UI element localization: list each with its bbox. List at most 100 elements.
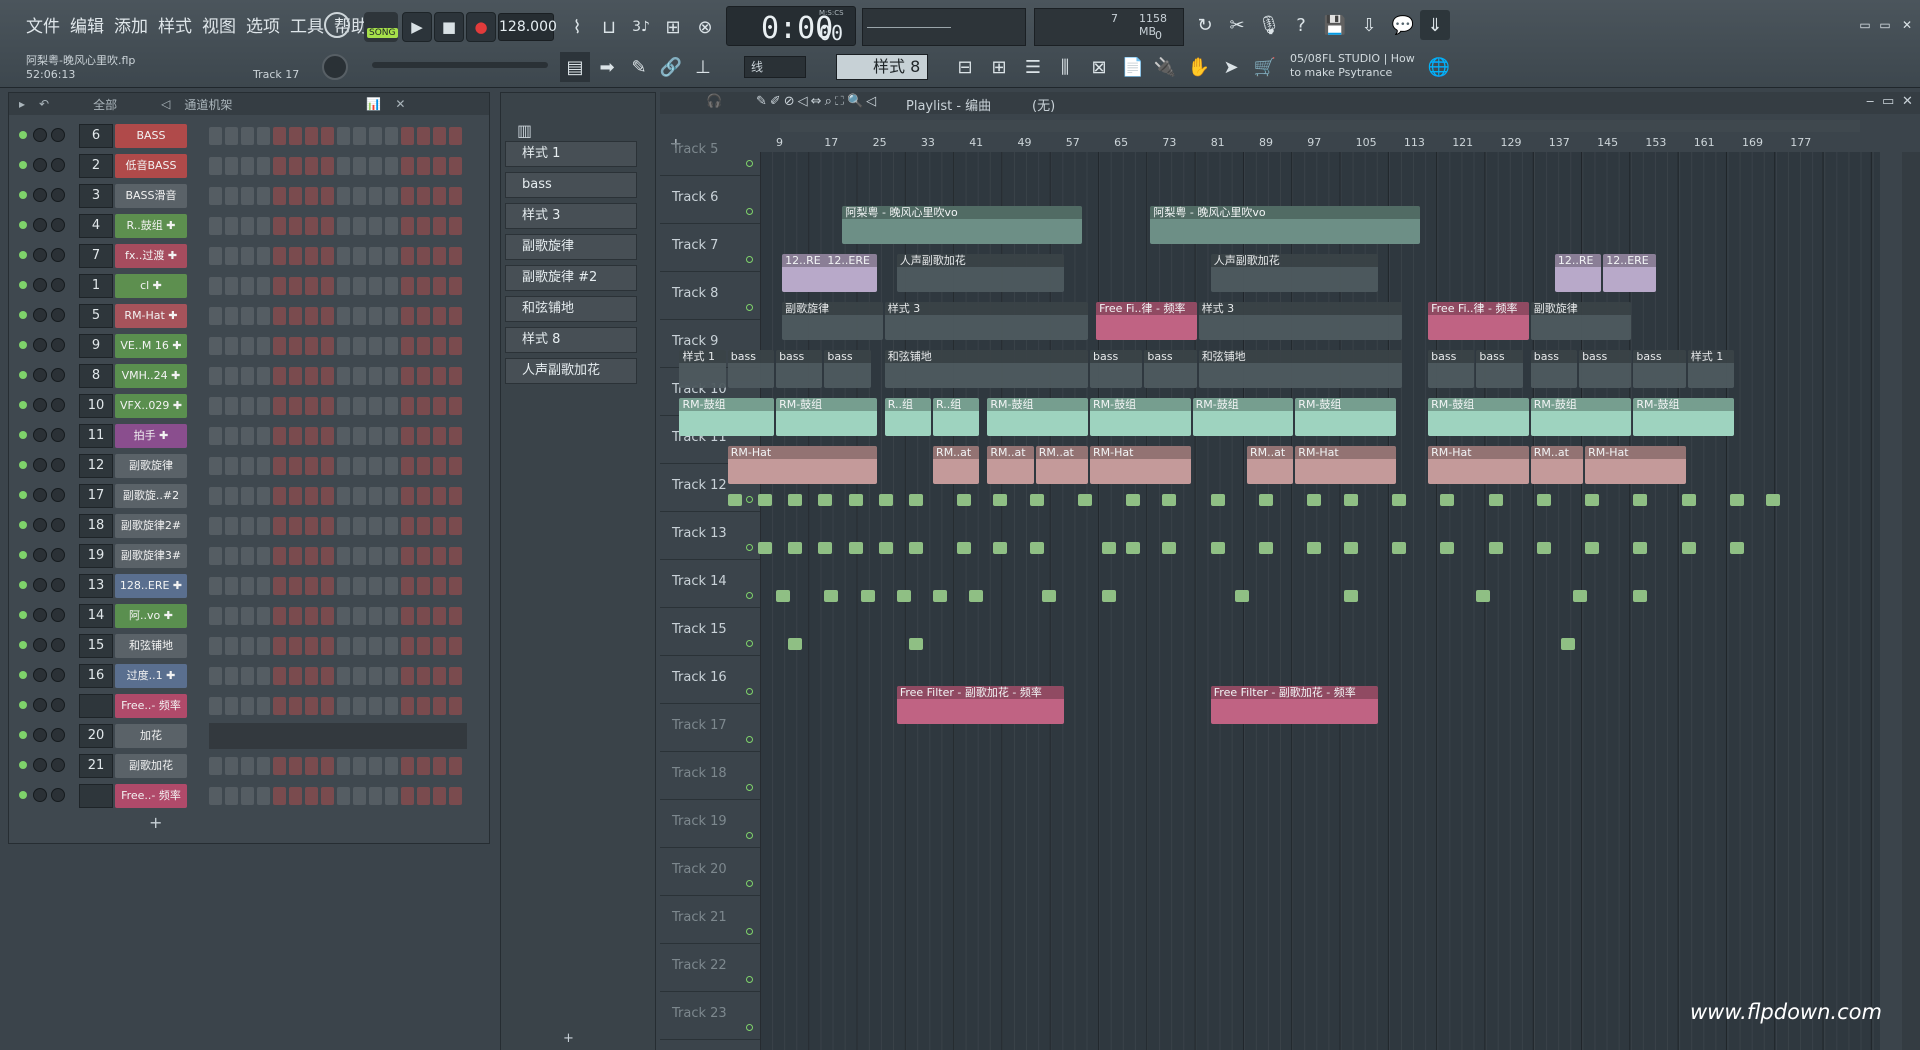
step-button[interactable] bbox=[273, 307, 286, 325]
step-button[interactable] bbox=[241, 247, 254, 265]
master-volume-knob[interactable] bbox=[322, 54, 348, 80]
step-button[interactable] bbox=[369, 487, 382, 505]
playlist-clip[interactable]: RM-Hat bbox=[1090, 446, 1191, 484]
playlist-tools-icon[interactable]: ✎✐⊘◁⇔⌕⛶🔍◁ bbox=[756, 94, 879, 109]
step-button[interactable] bbox=[401, 547, 414, 565]
channel-volume-knob[interactable] bbox=[51, 638, 65, 652]
channel-volume-knob[interactable] bbox=[51, 368, 65, 382]
step-button[interactable] bbox=[209, 277, 222, 295]
step-button[interactable] bbox=[401, 607, 414, 625]
step-button[interactable] bbox=[337, 757, 350, 775]
step-button[interactable] bbox=[305, 397, 318, 415]
menu-file[interactable]: 文件 bbox=[26, 12, 60, 37]
playlist-clip[interactable]: R..组 bbox=[884, 398, 932, 436]
step-button[interactable] bbox=[401, 427, 414, 445]
channel-volume-knob[interactable] bbox=[51, 188, 65, 202]
step-button[interactable] bbox=[225, 187, 238, 205]
step-button[interactable] bbox=[305, 247, 318, 265]
step-button[interactable] bbox=[273, 547, 286, 565]
channel-mixer-number[interactable]: 10 bbox=[79, 394, 113, 418]
step-button[interactable] bbox=[401, 397, 414, 415]
playlist-clip[interactable]: RM-鼓组 bbox=[987, 398, 1088, 436]
cut-tools-icon[interactable]: ✂ bbox=[1222, 10, 1252, 40]
channel-volume-knob[interactable] bbox=[51, 788, 65, 802]
drum-hit-clip[interactable] bbox=[1029, 542, 1044, 554]
step-button[interactable] bbox=[257, 457, 270, 475]
drum-hit-clip[interactable] bbox=[1126, 494, 1141, 506]
channel-pan-knob[interactable] bbox=[33, 278, 47, 292]
channel-mixer-number[interactable]: 7 bbox=[79, 244, 113, 268]
drum-hit-clip[interactable] bbox=[908, 638, 923, 650]
step-button[interactable] bbox=[273, 217, 286, 235]
drum-hit-clip[interactable] bbox=[824, 590, 839, 602]
step-button[interactable] bbox=[433, 757, 446, 775]
channel-row[interactable]: 12 副歌旋律 bbox=[9, 451, 489, 481]
step-button[interactable] bbox=[433, 457, 446, 475]
step-button[interactable] bbox=[289, 637, 302, 655]
playlist-clip[interactable]: Free Filter - 副歌加花 - 频率 bbox=[1210, 686, 1378, 724]
step-button[interactable] bbox=[305, 697, 318, 715]
step-button[interactable] bbox=[337, 277, 350, 295]
channel-volume-knob[interactable] bbox=[51, 668, 65, 682]
drum-hit-clip[interactable] bbox=[1391, 542, 1406, 554]
step-button[interactable] bbox=[257, 517, 270, 535]
channel-volume-knob[interactable] bbox=[51, 698, 65, 712]
drum-hit-clip[interactable] bbox=[1681, 494, 1696, 506]
playlist-clip[interactable]: RM-鼓组 bbox=[1428, 398, 1529, 436]
step-button[interactable] bbox=[257, 667, 270, 685]
channel-name-button[interactable]: RM-Hat ✚ bbox=[115, 304, 187, 328]
step-button[interactable] bbox=[225, 427, 238, 445]
step-button[interactable] bbox=[449, 307, 462, 325]
step-button[interactable] bbox=[209, 517, 222, 535]
step-button[interactable] bbox=[321, 457, 334, 475]
step-button[interactable] bbox=[273, 187, 286, 205]
step-button[interactable] bbox=[449, 517, 462, 535]
drum-hit-clip[interactable] bbox=[1633, 542, 1648, 554]
step-button[interactable] bbox=[225, 547, 238, 565]
menu-options[interactable]: 选项 bbox=[246, 12, 280, 37]
channel-mute-led[interactable] bbox=[19, 641, 27, 649]
step-button[interactable] bbox=[257, 187, 270, 205]
step-button[interactable] bbox=[241, 757, 254, 775]
step-button[interactable] bbox=[385, 337, 398, 355]
track-mute-dot[interactable] bbox=[746, 256, 753, 263]
drum-hit-clip[interactable] bbox=[1234, 590, 1249, 602]
step-button[interactable] bbox=[385, 217, 398, 235]
step-button[interactable] bbox=[401, 247, 414, 265]
track-mute-dot[interactable] bbox=[746, 640, 753, 647]
drum-hit-clip[interactable] bbox=[1730, 494, 1744, 506]
step-button[interactable] bbox=[257, 637, 270, 655]
playlist-clip[interactable]: Free Filter - 副歌加花 - 频率 bbox=[896, 686, 1064, 724]
step-button[interactable] bbox=[257, 757, 270, 775]
microphone-icon[interactable]: 🎙 bbox=[1254, 10, 1284, 40]
step-sequencer-icon[interactable]: ⊞ bbox=[984, 52, 1014, 82]
mixer-icon[interactable]: ⫼ bbox=[1050, 52, 1080, 82]
snap-selector[interactable]: 线 bbox=[744, 56, 806, 78]
headphones-icon[interactable]: 🎧 bbox=[706, 94, 722, 109]
drum-hit-clip[interactable] bbox=[878, 542, 893, 554]
step-button[interactable] bbox=[449, 247, 462, 265]
drum-hit-clip[interactable] bbox=[1343, 494, 1358, 506]
step-button[interactable] bbox=[209, 337, 222, 355]
step-button[interactable] bbox=[289, 577, 302, 595]
step-button[interactable] bbox=[385, 247, 398, 265]
track-mute-dot[interactable] bbox=[746, 976, 753, 983]
step-button[interactable] bbox=[305, 457, 318, 475]
drum-hit-clip[interactable] bbox=[1259, 494, 1274, 506]
channel-row[interactable]: 5 RM-Hat ✚ bbox=[9, 301, 489, 331]
step-button[interactable] bbox=[257, 307, 270, 325]
song-mode-switch[interactable]: SONG bbox=[364, 12, 398, 42]
step-button[interactable] bbox=[337, 367, 350, 385]
step-button[interactable] bbox=[305, 517, 318, 535]
step-button[interactable] bbox=[369, 337, 382, 355]
step-button[interactable] bbox=[289, 787, 302, 805]
step-button[interactable] bbox=[209, 367, 222, 385]
piano-roll-icon[interactable]: ▤ bbox=[560, 52, 590, 82]
step-button[interactable] bbox=[225, 637, 238, 655]
channel-pan-knob[interactable] bbox=[33, 188, 47, 202]
drum-hit-clip[interactable] bbox=[788, 494, 803, 506]
step-button[interactable] bbox=[433, 517, 446, 535]
step-button[interactable] bbox=[305, 607, 318, 625]
rack-group-filter[interactable]: 全部 bbox=[93, 96, 117, 113]
channel-pan-knob[interactable] bbox=[33, 398, 47, 412]
